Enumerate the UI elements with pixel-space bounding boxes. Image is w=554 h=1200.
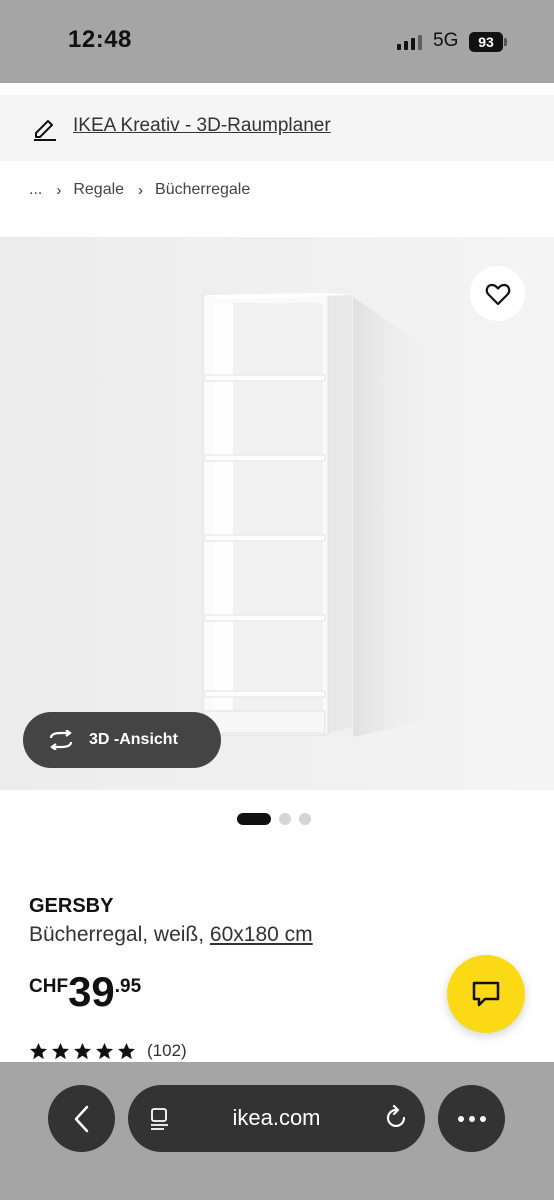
price-integer: 39	[68, 968, 115, 1015]
heart-icon	[485, 283, 510, 305]
back-button[interactable]	[48, 1085, 115, 1152]
star-icon	[117, 1042, 136, 1059]
product-rating[interactable]: (102)	[29, 1041, 187, 1061]
star-icon	[73, 1042, 92, 1059]
dot	[457, 1115, 464, 1122]
pagination-dot[interactable]	[279, 813, 291, 825]
chevron-right-icon: ›	[56, 181, 62, 199]
view-3d-label: 3D -Ansicht	[89, 731, 178, 748]
favorite-button[interactable]	[470, 266, 525, 321]
product-description: Bücherregal, weiß, 60x180 cm	[29, 923, 313, 947]
kreativ-banner[interactable]: IKEA Kreativ - 3D-Raumplaner	[0, 95, 554, 161]
network-type: 5G	[433, 30, 459, 51]
product-type: Bücherregal, weiß,	[29, 923, 205, 946]
chevron-left-icon	[74, 1105, 88, 1132]
breadcrumb-item-buecherregale[interactable]: Bücherregale	[155, 181, 250, 199]
view-3d-button[interactable]: 3D -Ansicht	[23, 712, 221, 768]
kreativ-link[interactable]: IKEA Kreativ - 3D-Raumplaner	[73, 115, 331, 137]
chevron-right-icon: ›	[138, 181, 144, 199]
pencil-icon	[34, 120, 56, 141]
more-options-button[interactable]	[438, 1085, 505, 1152]
signal-icon	[397, 34, 422, 50]
address-bar[interactable]: ikea.com	[128, 1085, 425, 1152]
chat-button[interactable]	[447, 955, 525, 1033]
product-price: CHF 39 .95	[29, 970, 141, 1014]
breadcrumb-item-regale[interactable]: Regale	[73, 181, 124, 199]
url-text: ikea.com	[232, 1105, 321, 1130]
price-currency: CHF	[29, 976, 69, 997]
dot	[468, 1115, 475, 1122]
breadcrumb-ellipsis[interactable]: ...	[29, 181, 42, 199]
gallery-pagination	[237, 813, 311, 825]
product-image[interactable]	[0, 237, 554, 790]
rating-count: (102)	[147, 1041, 187, 1060]
status-time: 12:48	[68, 26, 132, 53]
battery-icon: 93	[469, 32, 503, 52]
product-dimension-link[interactable]: 60x180 cm	[210, 923, 313, 946]
bookshelf-image	[0, 237, 554, 790]
star-icon	[29, 1042, 48, 1059]
product-name: GERSBY	[29, 895, 114, 917]
pagination-dot-active[interactable]	[237, 813, 271, 825]
status-bar: 12:48 5G 93	[0, 0, 554, 83]
breadcrumb: ... › Regale › Bücherregale	[29, 181, 250, 199]
price-decimal: .95	[114, 976, 142, 997]
battery-tip	[504, 38, 507, 46]
dot	[479, 1115, 486, 1122]
star-icon	[51, 1042, 70, 1059]
pagination-dot[interactable]	[299, 813, 311, 825]
chat-icon	[472, 981, 500, 1007]
rotate-3d-icon	[49, 730, 73, 750]
reload-icon[interactable]	[383, 1105, 409, 1131]
star-icon	[95, 1042, 114, 1059]
